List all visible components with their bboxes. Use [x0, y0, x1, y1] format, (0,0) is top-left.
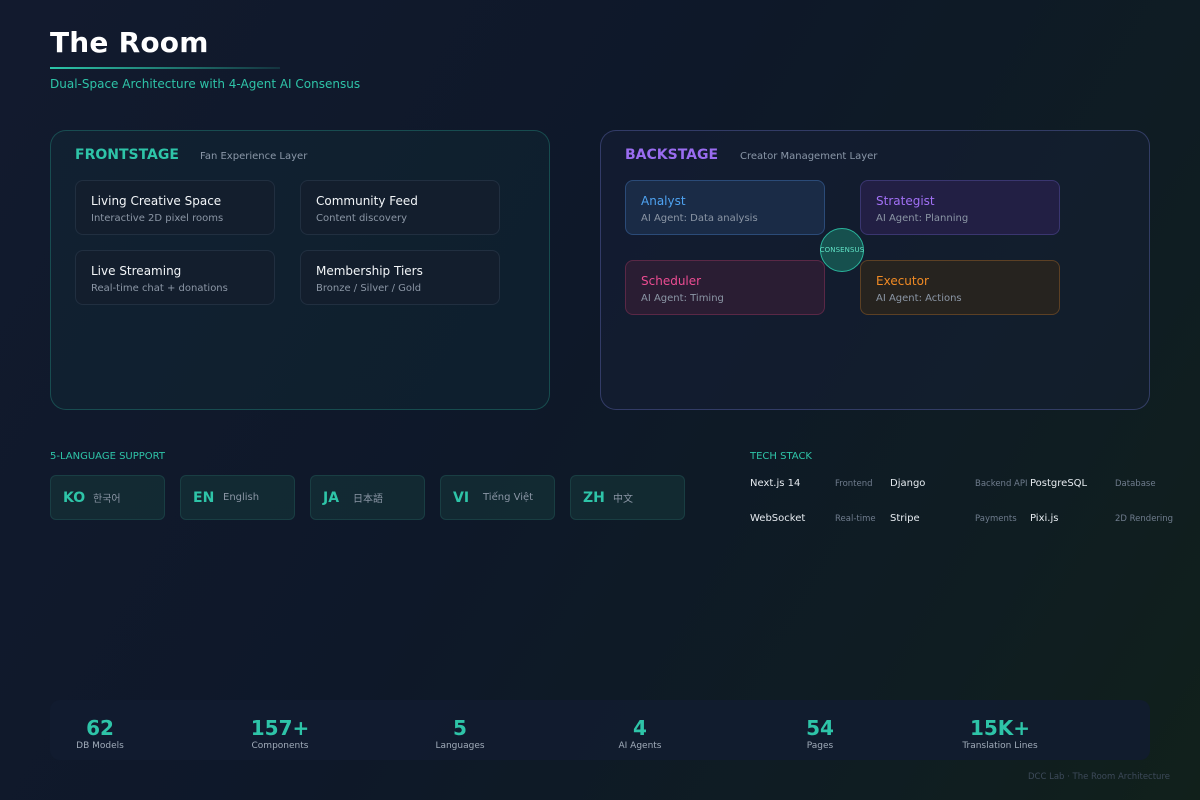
stat-label: Translation Lines [962, 741, 1038, 751]
language-name: 日本語 [353, 494, 383, 505]
stat-label: DB Models [76, 741, 124, 751]
language-code: KO [63, 489, 86, 506]
language-code: VI [453, 489, 470, 506]
card-title: Living Creative Space [91, 194, 222, 208]
card-title: Live Streaming [91, 264, 182, 278]
stat-value: 157+ [250, 716, 310, 740]
feature-card-living-space: Living Creative Space Interactive 2D pix… [75, 180, 275, 235]
language-code: ZH [583, 489, 605, 506]
tech-role: Backend API [975, 479, 1028, 489]
language-name: 한국어 [93, 494, 121, 505]
footer-credit: DCC Lab · The Room Architecture [1027, 772, 1170, 782]
agent-name: Executor [876, 274, 929, 288]
language-chip-ja: JA 日本語 [310, 475, 425, 520]
stat-value: 62 [86, 716, 114, 740]
stat-components: 157+ Components [210, 717, 350, 751]
tech-role: Frontend [835, 479, 873, 489]
stat-label: AI Agents [618, 741, 662, 751]
tech-role: Database [1115, 479, 1156, 489]
title-underline [50, 67, 280, 69]
agent-card-scheduler: Scheduler AI Agent: Timing [625, 260, 825, 315]
language-chip-en: EN English [180, 475, 295, 520]
tech-name: Stripe [890, 513, 920, 524]
tech-name: Pixi.js [1030, 513, 1059, 524]
feature-card-community-feed: Community Feed Content discovery [300, 180, 500, 235]
language-section-label: 5-LANGUAGE SUPPORT [50, 451, 165, 462]
language-name: English [223, 492, 260, 503]
tech-name: PostgreSQL [1030, 478, 1088, 489]
tech-section-label: TECH STACK [750, 451, 812, 462]
card-desc: Content discovery [316, 213, 408, 224]
backstage-title: BACKSTAGE [625, 147, 719, 163]
backstage-subtitle: Creator Management Layer [740, 151, 878, 162]
stat-label: Languages [435, 741, 485, 751]
language-name: 中文 [613, 494, 633, 505]
language-code: EN [193, 489, 215, 506]
agent-card-strategist: Strategist AI Agent: Planning [860, 180, 1060, 235]
agent-name: Scheduler [641, 274, 702, 288]
language-chip-ko: KO 한국어 [50, 475, 165, 520]
agent-desc: AI Agent: Actions [876, 293, 962, 304]
feature-card-live-streaming: Live Streaming Real-time chat + donation… [75, 250, 275, 305]
card-desc: Interactive 2D pixel rooms [91, 213, 224, 224]
card-title: Membership Tiers [316, 264, 423, 278]
tech-name: Next.js 14 [750, 478, 801, 489]
agent-desc: AI Agent: Data analysis [641, 213, 758, 224]
feature-card-membership-tiers: Membership Tiers Bronze / Silver / Gold [300, 250, 500, 305]
page-subtitle: Dual-Space Architecture with 4-Agent AI … [50, 77, 361, 91]
stat-label: Pages [806, 741, 834, 751]
card-title: Community Feed [316, 194, 418, 208]
stat-value: 4 [633, 716, 647, 740]
stat-ai-agents: 4 AI Agents [570, 717, 710, 751]
stat-label: Components [251, 741, 309, 751]
card-desc: Real-time chat + donations [91, 283, 228, 294]
stat-pages: 54 Pages [750, 717, 890, 751]
agent-name: Analyst [641, 194, 686, 208]
tech-role: Payments [975, 514, 1017, 524]
page-title: The Room [50, 26, 209, 59]
stat-languages: 5 Languages [390, 717, 530, 751]
tech-role: Real-time [835, 514, 876, 524]
language-code: JA [323, 489, 340, 506]
stat-db-models: 62 DB Models [30, 717, 170, 751]
agent-card-executor: Executor AI Agent: Actions [860, 260, 1060, 315]
stat-value: 5 [453, 716, 467, 740]
frontstage-title: FRONTSTAGE [75, 147, 179, 163]
agent-card-analyst: Analyst AI Agent: Data analysis [625, 180, 825, 235]
consensus-node: CONSENSUS [820, 228, 864, 272]
tech-name: Django [890, 478, 926, 489]
language-chip-zh: ZH 中文 [570, 475, 685, 520]
agent-desc: AI Agent: Planning [876, 213, 969, 224]
stat-value: 15K+ [969, 716, 1031, 740]
agent-name: Strategist [876, 194, 935, 208]
agent-desc: AI Agent: Timing [641, 293, 724, 304]
language-name: Tiếng Việt [483, 492, 534, 503]
stat-value: 54 [806, 716, 834, 740]
language-chip-vi: VI Tiếng Việt [440, 475, 555, 520]
frontstage-subtitle: Fan Experience Layer [200, 151, 308, 162]
tech-name: WebSocket [750, 513, 806, 524]
stat-translation-lines: 15K+ Translation Lines [930, 717, 1070, 751]
card-desc: Bronze / Silver / Gold [316, 283, 422, 294]
tech-role: 2D Rendering [1115, 514, 1174, 524]
